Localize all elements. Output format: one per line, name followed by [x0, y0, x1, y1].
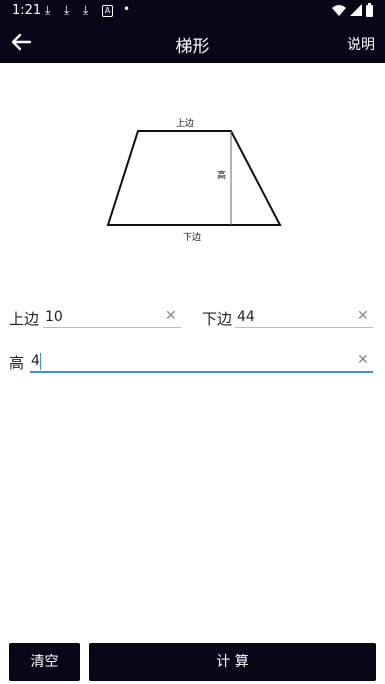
top-edge-label: 上边 — [9, 310, 40, 328]
status-time: 1:21 — [12, 3, 42, 18]
app-bar: 梯形 说明 — [0, 22, 385, 63]
page-title: 梯形 — [175, 37, 210, 57]
clear-height-icon[interactable]: ✕ — [357, 352, 369, 368]
help-button[interactable]: 说明 — [347, 34, 375, 54]
height-input[interactable]: 4 — [31, 353, 40, 369]
calculate-button[interactable]: 计 算 — [89, 643, 376, 681]
diagram-top-label: 上边 — [176, 118, 194, 129]
app-notification-icon: A — [102, 5, 113, 17]
top-edge-underline — [43, 327, 181, 328]
clear-top-edge-icon[interactable]: ✕ — [165, 308, 177, 324]
more-notifications-icon: • — [123, 2, 131, 16]
system-status-icons — [331, 3, 375, 21]
height-label: 高 — [9, 354, 25, 372]
bottom-edge-label: 下边 — [202, 310, 233, 328]
diagram-bottom-label: 下边 — [183, 232, 201, 243]
download-icon: ⤓ — [83, 3, 89, 17]
trapezoid-shape — [106, 130, 282, 226]
bottom-edge-input[interactable]: 44 — [237, 309, 255, 325]
clear-bottom-edge-icon[interactable]: ✕ — [357, 308, 369, 324]
status-bar: 1:21 ⤓ ⤓ ⤓ A • — [0, 0, 385, 22]
top-edge-input[interactable]: 10 — [45, 309, 63, 325]
bottom-edge-underline — [235, 327, 373, 328]
text-cursor — [40, 353, 41, 370]
download-icon: ⤓ — [64, 3, 70, 17]
clear-button[interactable]: 清空 — [9, 643, 80, 681]
wifi-signal-battery-icon — [332, 3, 373, 17]
trapezoid-diagram: 上边 高 下边 — [106, 118, 282, 243]
download-icon: ⤓ — [45, 3, 51, 17]
height-underline-focused — [30, 371, 373, 373]
diagram-height-label: 高 — [217, 169, 226, 181]
